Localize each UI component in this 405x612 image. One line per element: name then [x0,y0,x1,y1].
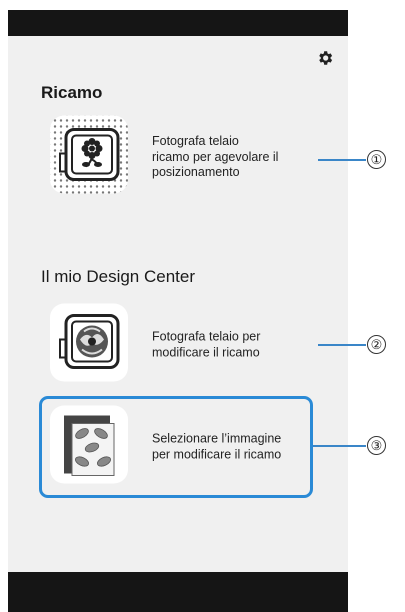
image-leaves-icon [46,402,132,493]
callout-line-3 [313,445,366,447]
callout-number-2: ② [367,335,386,354]
hoop-flower-icon [46,112,132,203]
callout-line-2 [318,344,366,346]
option-select-image-edit-label: Selezionare l’immagine per modificare il… [152,431,282,462]
section-title-design-center: Il mio Design Center [41,267,196,286]
callout-line-1 [318,159,366,161]
option-photo-hoop-position[interactable]: Fotografa telaio ricamo per agevolare il… [46,112,308,202]
phone-screen: Ricamo Fotografa telaio ricamo per agevo… [8,10,348,612]
callout-number-1: ① [367,150,386,169]
callout-number-3: ③ [367,436,386,455]
option-photo-hoop-edit[interactable]: Fotografa telaio per modificare il ricam… [46,300,308,390]
hoop-pattern-icon [46,300,132,391]
section-title-ricamo: Ricamo [41,83,103,102]
status-bar [8,10,348,36]
option-select-image-edit[interactable]: Selezionare l’immagine per modificare il… [46,402,308,492]
gear-icon[interactable] [315,48,335,68]
navigation-bar [8,572,348,612]
option-photo-hoop-edit-label: Fotografa telaio per modificare il ricam… [152,329,261,360]
option-photo-hoop-position-label: Fotografa telaio ricamo per agevolare il… [152,133,279,179]
